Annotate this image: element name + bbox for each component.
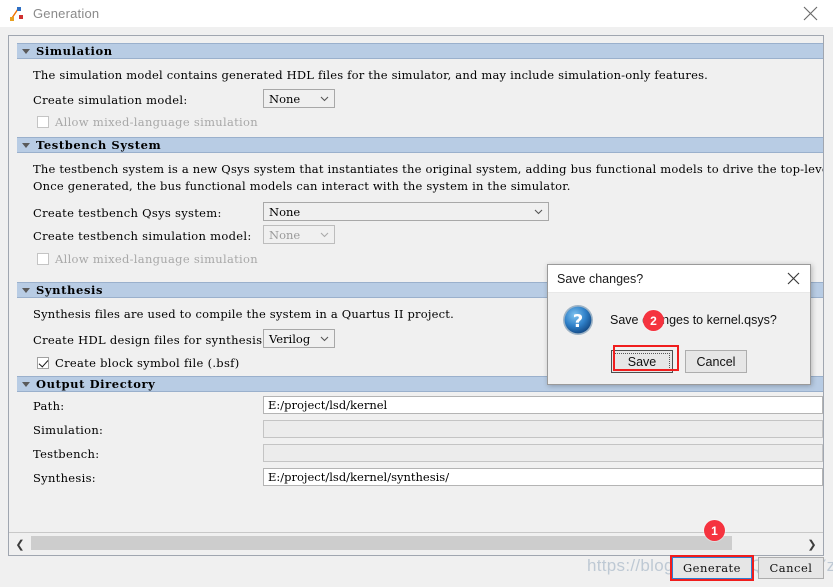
allow-mixed-language-simulation-testbench-checkbox[interactable]: Allow mixed-language simulation (37, 252, 258, 266)
create-hdl-design-files-label: Create HDL design files for synthesis: (33, 333, 267, 347)
testbench-description-line2: Once generated, the bus functional model… (33, 179, 571, 193)
horizontal-scrollbar[interactable]: ❮ ❯ (9, 532, 823, 555)
create-block-symbol-file-checkbox[interactable]: Create block symbol file (.bsf) (37, 356, 240, 370)
svg-text:?: ? (573, 311, 583, 332)
dialog-titlebar: Save changes? (548, 265, 810, 293)
output-path-input[interactable]: E:/project/lsd/kernel (263, 396, 823, 414)
create-testbench-simulation-model-dropdown[interactable]: None (263, 225, 335, 244)
generate-button[interactable]: Generate (672, 557, 752, 579)
create-block-symbol-file-label: Create block symbol file (.bsf) (55, 356, 240, 370)
allow-mixed-language-simulation-checkbox[interactable]: Allow mixed-language simulation (37, 115, 258, 129)
create-simulation-model-value: None (269, 91, 301, 106)
generate-button-wrapper: Generate (672, 557, 752, 579)
collapse-triangle-icon[interactable] (22, 142, 30, 148)
close-icon[interactable] (788, 0, 833, 27)
dialog-button-row: Save Cancel (548, 350, 810, 373)
qsys-app-icon (9, 6, 25, 22)
scroll-left-arrow-icon[interactable]: ❮ (9, 533, 31, 555)
dialog-title: Save changes? (557, 271, 644, 286)
section-title-synthesis: Synthesis (36, 283, 104, 297)
allow-mixed-language-simulation-testbench-label: Allow mixed-language simulation (55, 252, 258, 266)
annotation-badge-2: 2 (643, 310, 664, 331)
cancel-button[interactable]: Cancel (758, 557, 824, 579)
window-titlebar: Generation (0, 0, 833, 28)
checkbox-checked-icon (37, 357, 49, 369)
dialog-message: Save changes to kernel.qsys? (610, 313, 777, 327)
section-title-testbench: Testbench System (36, 138, 162, 152)
output-path-value: E:/project/lsd/kernel (268, 398, 388, 412)
output-testbench-input (263, 444, 823, 462)
section-header-simulation[interactable]: Simulation (17, 43, 823, 59)
output-simulation-label: Simulation: (33, 423, 104, 437)
cancel-button-wrapper: Cancel (758, 557, 824, 579)
save-changes-dialog: Save changes? ? Save changes to kernel.q… (547, 264, 811, 385)
allow-mixed-language-simulation-label: Allow mixed-language simulation (55, 115, 258, 129)
create-simulation-model-dropdown[interactable]: None (263, 89, 335, 108)
simulation-description: The simulation model contains generated … (33, 68, 709, 82)
question-icon: ? (562, 304, 594, 336)
output-path-label: Path: (33, 399, 65, 413)
create-simulation-model-label: Create simulation model: (33, 93, 188, 107)
section-title-simulation: Simulation (36, 44, 113, 58)
testbench-description-line1: The testbench system is a new Qsys syste… (33, 162, 823, 176)
create-testbench-qsys-system-dropdown[interactable]: None (263, 202, 549, 221)
create-testbench-qsys-system-value: None (269, 204, 301, 219)
section-title-output-directory: Output Directory (36, 377, 156, 391)
scrollbar-thumb[interactable] (31, 536, 732, 550)
checkbox-box-icon (37, 253, 49, 265)
output-synthesis-input[interactable]: E:/project/lsd/kernel/synthesis/ (263, 468, 823, 486)
create-testbench-simulation-model-value: None (269, 227, 301, 242)
output-synthesis-label: Synthesis: (33, 471, 96, 485)
output-synthesis-value: E:/project/lsd/kernel/synthesis/ (268, 470, 450, 484)
create-hdl-design-files-dropdown[interactable]: Verilog (263, 329, 335, 348)
checkbox-box-icon (37, 116, 49, 128)
output-simulation-input (263, 420, 823, 438)
create-hdl-design-files-value: Verilog (269, 331, 311, 346)
chevron-down-icon (319, 333, 330, 344)
section-header-testbench[interactable]: Testbench System (17, 137, 823, 153)
synthesis-description: Synthesis files are used to compile the … (33, 307, 454, 321)
output-testbench-label: Testbench: (33, 447, 100, 461)
annotation-badge-1: 1 (704, 520, 725, 541)
collapse-triangle-icon[interactable] (22, 287, 30, 293)
chevron-down-icon (319, 229, 330, 240)
dialog-close-icon[interactable] (776, 265, 810, 292)
create-testbench-simulation-model-label: Create testbench simulation model: (33, 229, 252, 243)
create-testbench-qsys-system-label: Create testbench Qsys system: (33, 206, 222, 220)
dialog-body: ? Save changes to kernel.qsys? (548, 293, 810, 336)
dialog-save-button[interactable]: Save (611, 350, 673, 373)
window-title: Generation (33, 6, 100, 21)
scrollbar-track[interactable] (31, 533, 801, 555)
collapse-triangle-icon[interactable] (22, 48, 30, 54)
dialog-cancel-button[interactable]: Cancel (685, 350, 747, 373)
chevron-down-icon (533, 206, 544, 217)
collapse-triangle-icon[interactable] (22, 381, 30, 387)
simulation-section-body: The simulation model contains generated … (9, 59, 823, 137)
scroll-right-arrow-icon[interactable]: ❯ (801, 533, 823, 555)
chevron-down-icon (319, 93, 330, 104)
output-directory-section-body: Path: E:/project/lsd/kernel Simulation: … (9, 392, 823, 492)
testbench-section-body: The testbench system is a new Qsys syste… (9, 153, 823, 282)
